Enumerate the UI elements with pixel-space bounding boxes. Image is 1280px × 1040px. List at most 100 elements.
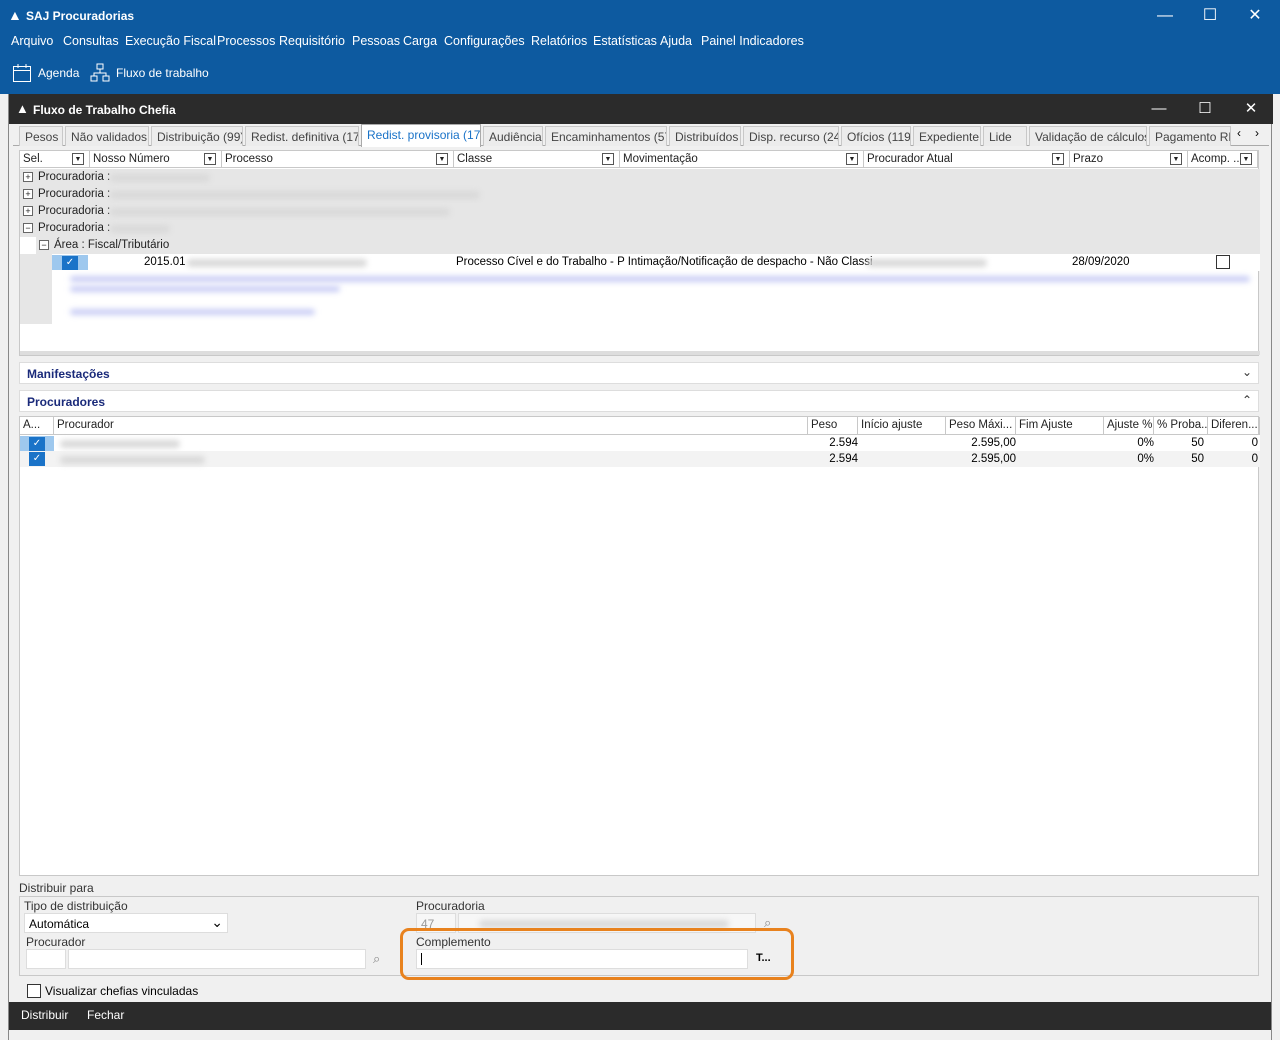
agenda-button[interactable]: Agenda: [12, 62, 79, 84]
child-maximize-button[interactable]: ☐: [1183, 97, 1227, 121]
col-classe-label: Classe: [457, 153, 493, 165]
tab-oficios[interactable]: Ofícios (119): [841, 126, 911, 146]
tab-validacao-calculos[interactable]: Validação de cálculos: [1029, 126, 1147, 146]
redacted-text: [867, 259, 987, 267]
col-classe[interactable]: Classe ▼: [454, 151, 620, 168]
expand-icon[interactable]: +: [23, 172, 33, 182]
child-minimize-button[interactable]: —: [1137, 97, 1181, 121]
tab-scroll-left-icon[interactable]: ‹: [1237, 126, 1241, 140]
group-row[interactable]: − Procuradoria :: [20, 220, 1260, 237]
col-sel-label: Sel.: [23, 153, 43, 165]
col-peso[interactable]: Peso: [808, 417, 858, 435]
section-procuradores[interactable]: Procuradores ⌃: [19, 390, 1259, 412]
checkbox-box[interactable]: [27, 984, 41, 998]
tab-pagamento-rpv[interactable]: Pagamento RPV: [1149, 126, 1231, 146]
agenda-label: Agenda: [38, 66, 80, 80]
col-acomp[interactable]: Acomp. ... ▼: [1188, 151, 1258, 168]
filter-dropdown-icon[interactable]: ▼: [1240, 153, 1252, 165]
col-diferenca[interactable]: Diferen...: [1208, 417, 1260, 435]
procurador-name-input[interactable]: [68, 949, 366, 969]
search-icon[interactable]: ⌕: [373, 951, 380, 967]
filter-dropdown-icon[interactable]: ▼: [846, 153, 858, 165]
menu-ajuda[interactable]: Ajuda: [660, 34, 692, 48]
col-ativo[interactable]: A...: [20, 417, 54, 435]
menu-requisitorio[interactable]: Requisitório: [279, 34, 345, 48]
chevron-down-icon[interactable]: ⌄: [1242, 365, 1252, 379]
procuradoria-label: Procuradoria: [416, 899, 485, 913]
group-row[interactable]: + Procuradoria :: [20, 186, 1260, 203]
filter-dropdown-icon[interactable]: ▼: [436, 153, 448, 165]
menu-processos[interactable]: Processos: [217, 34, 275, 48]
tab-expediente[interactable]: Expediente: [913, 126, 981, 146]
menu-estatisticas[interactable]: Estatísticas: [593, 34, 657, 48]
tipo-distribuicao-select[interactable]: Automática ⌄: [24, 913, 228, 933]
menu-consultas[interactable]: Consultas: [63, 34, 119, 48]
tab-scroll-right-icon[interactable]: ›: [1255, 126, 1259, 140]
expand-icon[interactable]: +: [23, 206, 33, 216]
ativo-checkbox[interactable]: ✓: [29, 452, 45, 466]
procuradores-title: Procuradores: [27, 395, 106, 409]
filter-dropdown-icon[interactable]: ▼: [1052, 153, 1064, 165]
menu-bar: Arquivo Consultas Execução Fiscal Proces…: [0, 32, 1280, 52]
procurador-code-input[interactable]: [26, 949, 66, 969]
filter-dropdown-icon[interactable]: ▼: [204, 153, 216, 165]
subgroup-row[interactable]: − Área : Fiscal/Tributário: [36, 237, 1260, 254]
section-manifestacoes[interactable]: Manifestações ⌄: [19, 362, 1259, 384]
table-row[interactable]: ✓ 2015.01 Processo Cível e do Trabalho -…: [52, 254, 1260, 271]
row-checkbox[interactable]: ✓: [62, 256, 78, 270]
menu-execucao-fiscal[interactable]: Execução Fiscal: [125, 34, 216, 48]
collapse-icon[interactable]: −: [23, 223, 33, 233]
group-row[interactable]: + Procuradoria :: [20, 169, 1260, 186]
filter-dropdown-icon[interactable]: ▼: [1170, 153, 1182, 165]
menu-pessoas[interactable]: Pessoas: [352, 34, 400, 48]
close-button[interactable]: ✕: [1232, 4, 1278, 28]
menu-painel-indicadores[interactable]: Painel Indicadores: [701, 34, 804, 48]
distribuir-button[interactable]: Distribuir: [21, 1008, 68, 1022]
app-titlebar: ▲ SAJ Procuradorias — ☐ ✕: [0, 0, 1280, 32]
table-row[interactable]: ✓ 2.594 2.595,00 0% 50 0: [20, 451, 1260, 467]
table-row[interactable]: ✓ 2.594 2.595,00 0% 50 0: [20, 435, 1260, 451]
acomp-checkbox[interactable]: [1216, 255, 1230, 269]
minimize-button[interactable]: —: [1142, 4, 1188, 28]
tab-redist-provisoria[interactable]: Redist. provisoria (17): [361, 124, 481, 147]
col-peso-maximo[interactable]: Peso Máxi...: [946, 417, 1016, 435]
maximize-button[interactable]: ☐: [1187, 4, 1233, 28]
calendar-icon: [13, 64, 31, 82]
col-prazo[interactable]: Prazo ▼: [1070, 151, 1188, 168]
col-fim-ajuste[interactable]: Fim Ajuste: [1016, 417, 1104, 435]
fluxo-trabalho-button[interactable]: Fluxo de trabalho: [90, 62, 209, 84]
filter-dropdown-icon[interactable]: ▼: [72, 153, 84, 165]
col-sel[interactable]: Sel. ▼: [20, 151, 90, 168]
fechar-button[interactable]: Fechar: [87, 1008, 124, 1022]
col-ajuste-pct[interactable]: Ajuste %: [1104, 417, 1154, 435]
menu-configuracoes[interactable]: Configurações: [444, 34, 525, 48]
menu-carga[interactable]: Carga: [403, 34, 437, 48]
cell-ajuste: 0%: [1137, 437, 1154, 449]
collapse-icon[interactable]: −: [39, 240, 49, 250]
col-nosso-numero[interactable]: Nosso Número ▼: [90, 151, 222, 168]
tab-pesos[interactable]: Pesos: [19, 126, 63, 146]
col-inicio-ajuste[interactable]: Início ajuste: [858, 417, 946, 435]
col-procurador[interactable]: Procurador: [54, 417, 808, 435]
chevron-up-icon[interactable]: ⌃: [1242, 393, 1252, 407]
col-probabilidade[interactable]: % Proba...: [1154, 417, 1208, 435]
tab-redist-definitiva[interactable]: Redist. definitiva (17): [245, 126, 359, 146]
tab-lide[interactable]: Lide: [983, 126, 1027, 146]
child-close-button[interactable]: ✕: [1229, 97, 1273, 121]
col-procurador-atual[interactable]: Procurador Atual ▼: [864, 151, 1070, 168]
menu-arquivo[interactable]: Arquivo: [11, 34, 53, 48]
tab-audiencia[interactable]: Audiência: [483, 126, 543, 146]
col-processo[interactable]: Processo ▼: [222, 151, 454, 168]
filter-dropdown-icon[interactable]: ▼: [602, 153, 614, 165]
tab-encaminhamentos[interactable]: Encaminhamentos (57): [545, 126, 667, 146]
group-row[interactable]: + Procuradoria :: [20, 203, 1260, 220]
tab-nao-validados[interactable]: Não validados: [65, 126, 149, 146]
tab-distribuicao[interactable]: Distribuição (99): [151, 126, 243, 146]
ativo-checkbox[interactable]: ✓: [29, 437, 45, 451]
tab-distribuidos[interactable]: Distribuídos: [669, 126, 741, 146]
menu-relatorios[interactable]: Relatórios: [531, 34, 587, 48]
tab-disp-recurso[interactable]: Disp. recurso (24): [743, 126, 839, 146]
visualizar-chefias-checkbox[interactable]: Visualizar chefias vinculadas: [27, 984, 198, 998]
expand-icon[interactable]: +: [23, 189, 33, 199]
col-movimentacao[interactable]: Movimentação ▼: [620, 151, 864, 168]
